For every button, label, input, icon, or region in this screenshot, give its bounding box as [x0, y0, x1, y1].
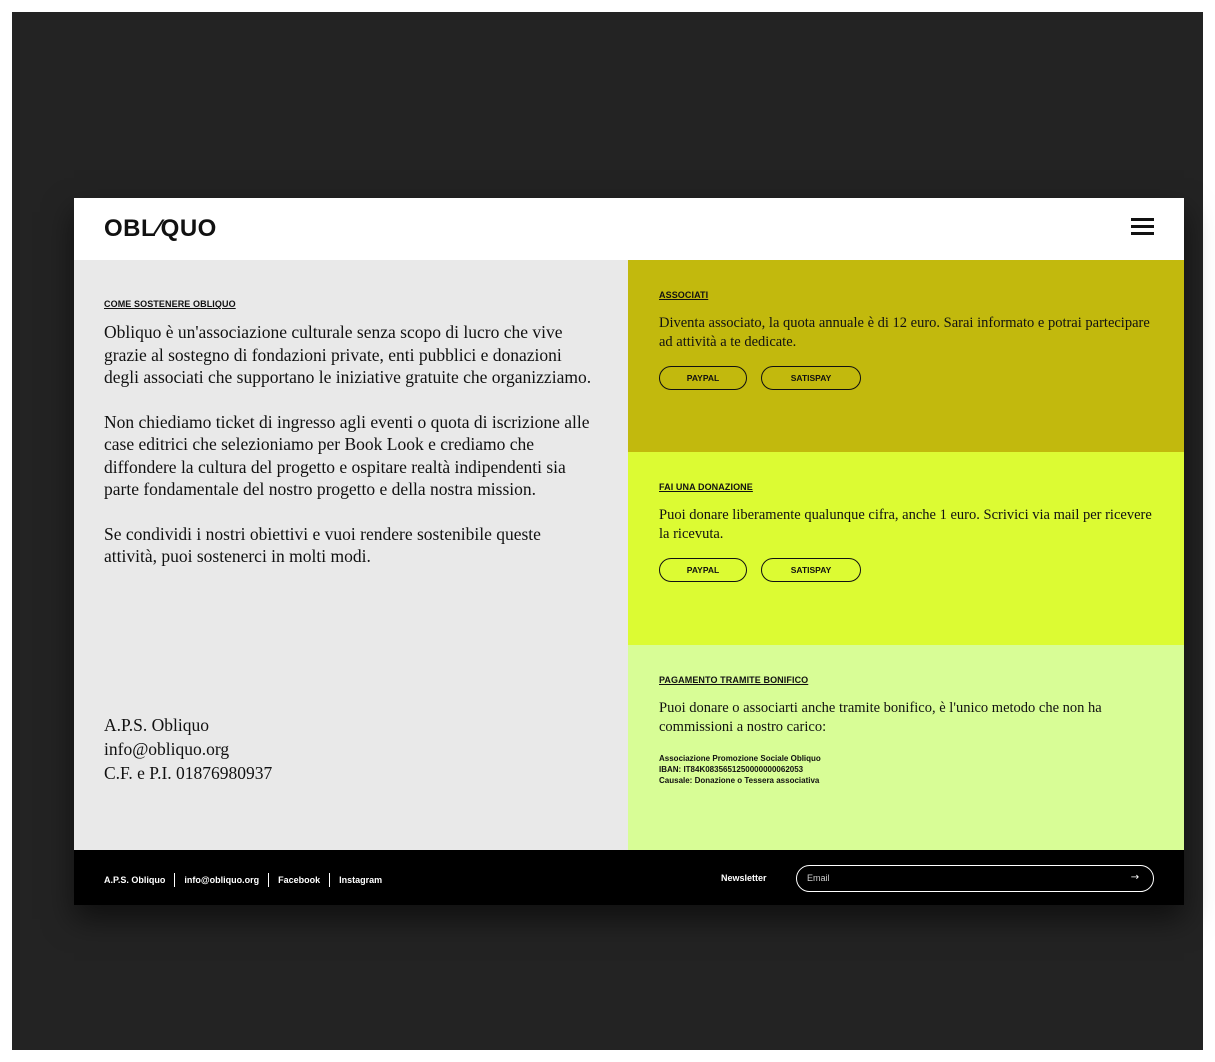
panel-text: Puoi donare liberamente qualunque cifra,…	[659, 507, 1152, 542]
intro-paragraph: Se condividi i nostri obiettivi e vuoi r…	[104, 523, 541, 567]
intro-paragraph: Non chiediamo ticket di ingresso agli ev…	[104, 411, 590, 500]
divider	[268, 873, 270, 887]
divider	[329, 873, 331, 887]
satispay-button[interactable]: SATISPAY	[761, 558, 861, 582]
panel-kicker: FAI UNA DONAZIONE	[659, 482, 753, 492]
newsletter-email-input[interactable]	[807, 871, 1107, 885]
panel-associati: ASSOCIATI Diventa associato, la quota an…	[628, 260, 1184, 452]
divider	[174, 873, 176, 887]
paypal-button[interactable]: PAYPAL	[659, 558, 747, 582]
footer-links: A.P.S. Obliquo info@obliquo.org Facebook…	[104, 873, 382, 887]
footer-link-obliquo[interactable]: A.P.S. Obliquo	[104, 875, 165, 885]
panel-text: Diventa associato, la quota annuale è di…	[659, 315, 1150, 350]
satispay-button[interactable]: SATISPAY	[761, 366, 861, 390]
section-kicker: COME SOSTENERE OBLIQUO	[104, 299, 236, 309]
site-header: OBL⁄QUO	[74, 198, 1184, 260]
payment-buttons: PAYPAL SATISPAY	[659, 366, 1152, 390]
newsletter-form: →	[796, 865, 1154, 892]
org-tax-id: C.F. e P.I. 01876980937	[104, 763, 273, 783]
footer-link-facebook[interactable]: Facebook	[278, 875, 320, 885]
footer-link-instagram[interactable]: Instagram	[339, 875, 382, 885]
panel-kicker: ASSOCIATI	[659, 290, 709, 300]
panel-text: Puoi donare o associarti anche tramite b…	[659, 700, 1102, 735]
payment-buttons: PAYPAL SATISPAY	[659, 558, 1152, 582]
intro-section: COME SOSTENERE OBLIQUO Obliquo è un'asso…	[74, 260, 628, 850]
causale: Causale: Donazione o Tessera associativa	[659, 776, 820, 785]
intro-paragraph: Obliquo è un'associazione culturale senz…	[104, 322, 592, 387]
panel-kicker: PAGAMENTO TRAMITE BONIFICO	[659, 675, 809, 685]
bank-details: Associazione Promozione Sociale Obliquo …	[659, 753, 1152, 786]
org-name: A.P.S. Obliquo	[104, 715, 210, 735]
website: OBL⁄QUO COME SOSTENERE OBLIQUO Obliquo è…	[74, 198, 1184, 905]
org-email[interactable]: info@obliquo.org	[104, 737, 272, 761]
paypal-button[interactable]: PAYPAL	[659, 366, 747, 390]
contact-address: A.P.S. Obliquo info@obliquo.org C.F. e P…	[104, 713, 272, 785]
site-footer: A.P.S. Obliquo info@obliquo.org Facebook…	[74, 850, 1184, 905]
support-options: ASSOCIATI Diventa associato, la quota an…	[628, 260, 1184, 850]
footer-link-email[interactable]: info@obliquo.org	[184, 875, 259, 885]
hamburger-menu-icon[interactable]	[1131, 218, 1154, 238]
arrow-right-icon[interactable]: →	[1127, 871, 1143, 885]
account-holder: Associazione Promozione Sociale Obliquo	[659, 754, 821, 763]
panel-bonifico: PAGAMENTO TRAMITE BONIFICO Puoi donare o…	[628, 645, 1184, 850]
newsletter-label: Newsletter	[721, 873, 767, 883]
screenshot-backdrop: OBL⁄QUO COME SOSTENERE OBLIQUO Obliquo è…	[12, 12, 1203, 1050]
panel-donazione: FAI UNA DONAZIONE Puoi donare liberament…	[628, 452, 1184, 645]
iban: IBAN: IT84K0835651250000000062053	[659, 765, 804, 774]
site-logo[interactable]: OBL⁄QUO	[104, 215, 217, 243]
